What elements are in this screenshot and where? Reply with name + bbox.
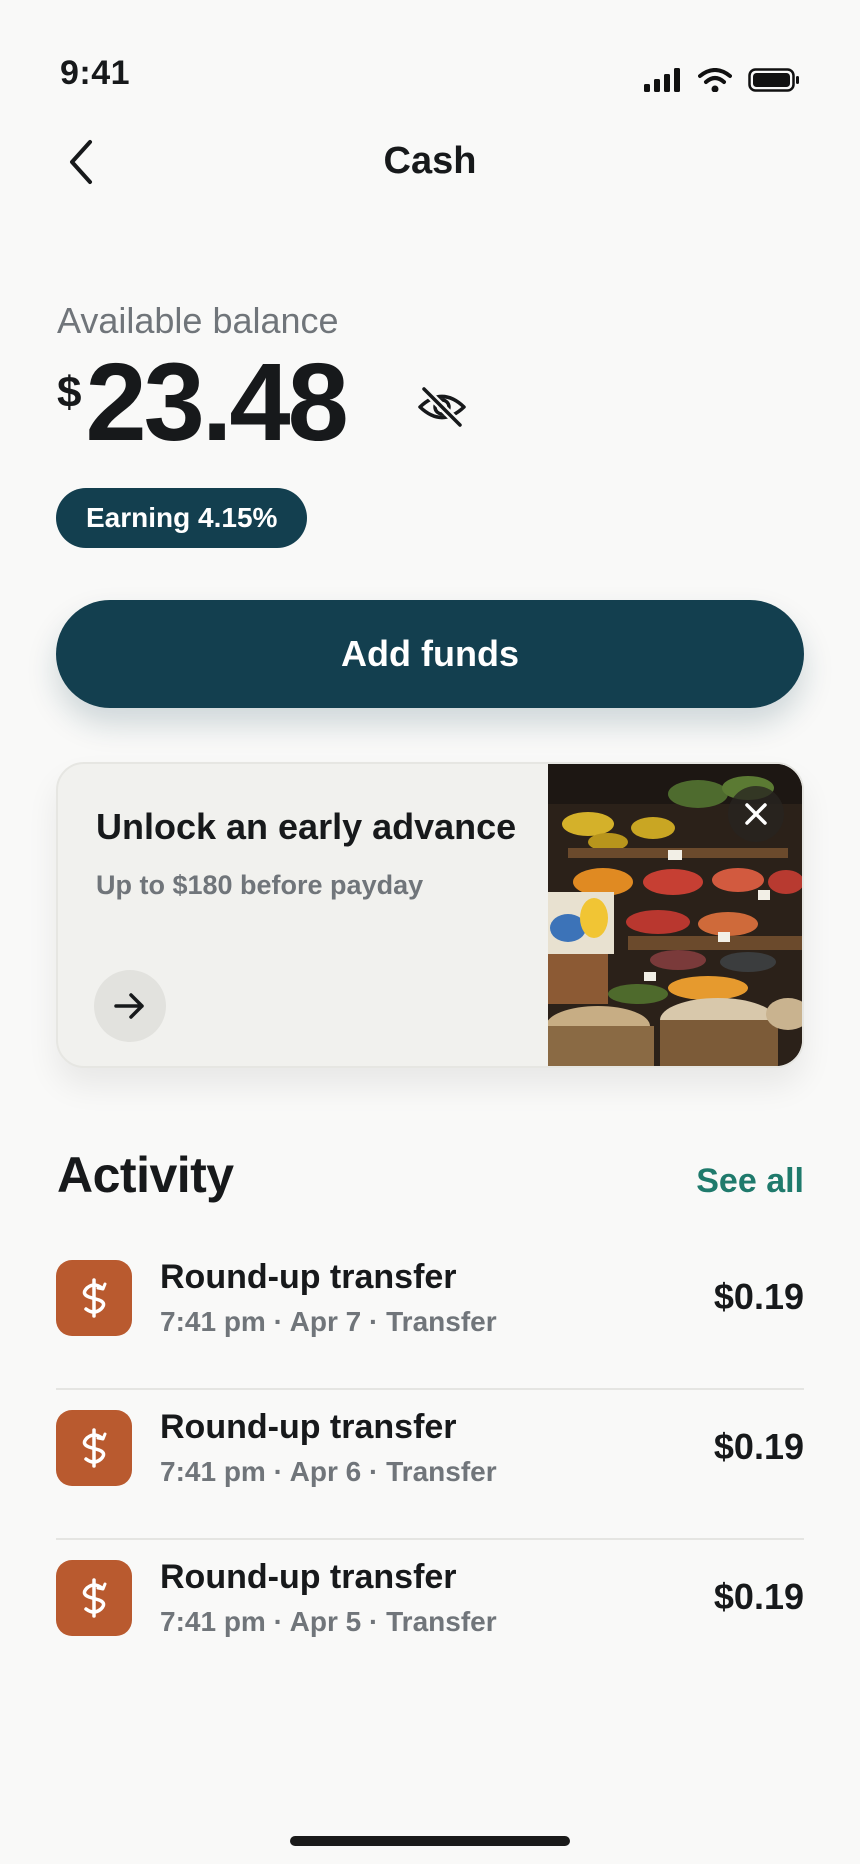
activity-item[interactable]: Round-up transfer 7:41 pm · Apr 7 · Tran… bbox=[56, 1240, 804, 1390]
balance-value: 23.48 bbox=[85, 341, 348, 464]
activity-item[interactable]: Round-up transfer 7:41 pm · Apr 6 · Tran… bbox=[56, 1390, 804, 1540]
cellular-signal-icon bbox=[644, 68, 680, 92]
activity-item-meta: 7:41 pm · Apr 5 · Transfer bbox=[160, 1606, 497, 1637]
activity-item-amount: $0.19 bbox=[713, 1426, 804, 1467]
round-up-transfer-icon bbox=[56, 1560, 132, 1636]
activity-item-meta: 7:41 pm · Apr 6 · Transfer bbox=[160, 1456, 497, 1487]
status-icons bbox=[644, 68, 800, 92]
balance-amount: $ 23.48 bbox=[57, 341, 349, 464]
activity-item-amount: $0.19 bbox=[713, 1276, 804, 1317]
activity-item-amount: $0.19 bbox=[713, 1576, 804, 1617]
balance-label: Available balance bbox=[57, 300, 339, 341]
home-indicator bbox=[290, 1836, 570, 1846]
eye-off-icon bbox=[418, 386, 466, 428]
status-bar: 9:41 bbox=[0, 0, 860, 110]
hide-balance-button[interactable] bbox=[416, 384, 468, 430]
status-time: 9:41 bbox=[60, 54, 131, 92]
activity-item[interactable]: Round-up transfer 7:41 pm · Apr 5 · Tran… bbox=[56, 1540, 804, 1690]
early-advance-card[interactable]: Unlock an early advance Up to $180 befor… bbox=[56, 762, 804, 1068]
activity-item-title: Round-up transfer bbox=[160, 1558, 457, 1596]
battery-icon bbox=[748, 68, 799, 92]
page-title: Cash bbox=[383, 140, 477, 182]
close-icon bbox=[745, 803, 767, 825]
activity-item-meta: 7:41 pm · Apr 7 · Transfer bbox=[160, 1306, 497, 1337]
promo-title: Unlock an early advance bbox=[96, 806, 517, 847]
activity-item-title: Round-up transfer bbox=[160, 1408, 457, 1446]
add-funds-button[interactable]: Add funds bbox=[56, 600, 804, 708]
wifi-icon bbox=[698, 68, 732, 92]
activity-heading: Activity bbox=[57, 1147, 234, 1203]
close-promo-button[interactable] bbox=[728, 786, 784, 842]
round-up-transfer-icon bbox=[56, 1260, 132, 1336]
promo-arrow-button[interactable] bbox=[94, 970, 166, 1042]
see-all-link[interactable]: See all bbox=[696, 1162, 804, 1201]
arrow-right-icon bbox=[114, 993, 144, 1019]
nav-bar: Cash bbox=[0, 120, 860, 206]
activity-list: Round-up transfer 7:41 pm · Apr 7 · Tran… bbox=[56, 1240, 804, 1690]
activity-item-title: Round-up transfer bbox=[160, 1258, 457, 1296]
round-up-transfer-icon bbox=[56, 1410, 132, 1486]
promo-subtitle: Up to $180 before payday bbox=[96, 870, 424, 900]
currency-symbol: $ bbox=[57, 368, 82, 417]
earning-rate-badge: Earning 4.15% bbox=[56, 488, 308, 548]
